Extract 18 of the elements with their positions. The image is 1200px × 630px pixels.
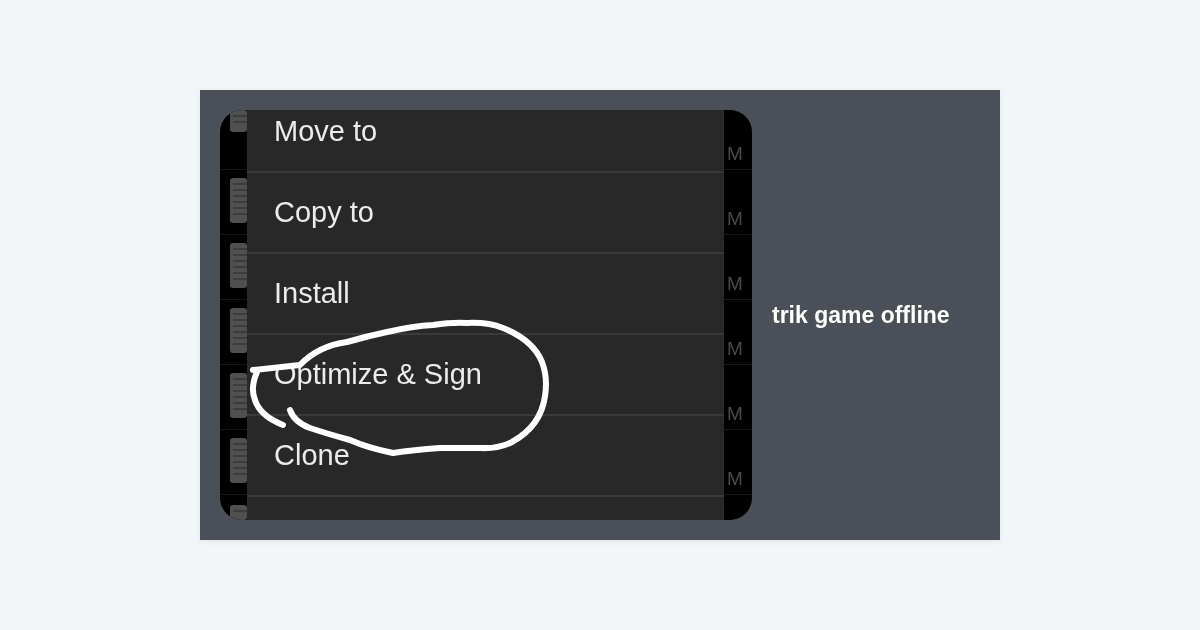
cut-off-text: M: [727, 274, 743, 293]
document-icon: [230, 243, 247, 288]
menu-item[interactable]: Copy to: [247, 173, 724, 254]
cut-off-text: M: [727, 144, 743, 163]
document-icon: [230, 110, 247, 132]
menu-item[interactable]: Clone: [247, 416, 724, 497]
caption-title: trik game offline: [772, 301, 950, 329]
cut-off-text: M: [727, 404, 743, 423]
cut-off-text: M: [727, 469, 743, 488]
cut-off-text: M: [727, 209, 743, 228]
document-icon: [230, 505, 247, 520]
document-icon: [230, 308, 247, 353]
cut-off-text: M: [727, 339, 743, 358]
menu-item[interactable]: Install: [247, 254, 724, 335]
document-icon: [230, 373, 247, 418]
document-icon: [230, 178, 247, 223]
menu-item[interactable]: Move to: [247, 110, 724, 173]
document-icon: [230, 438, 247, 483]
